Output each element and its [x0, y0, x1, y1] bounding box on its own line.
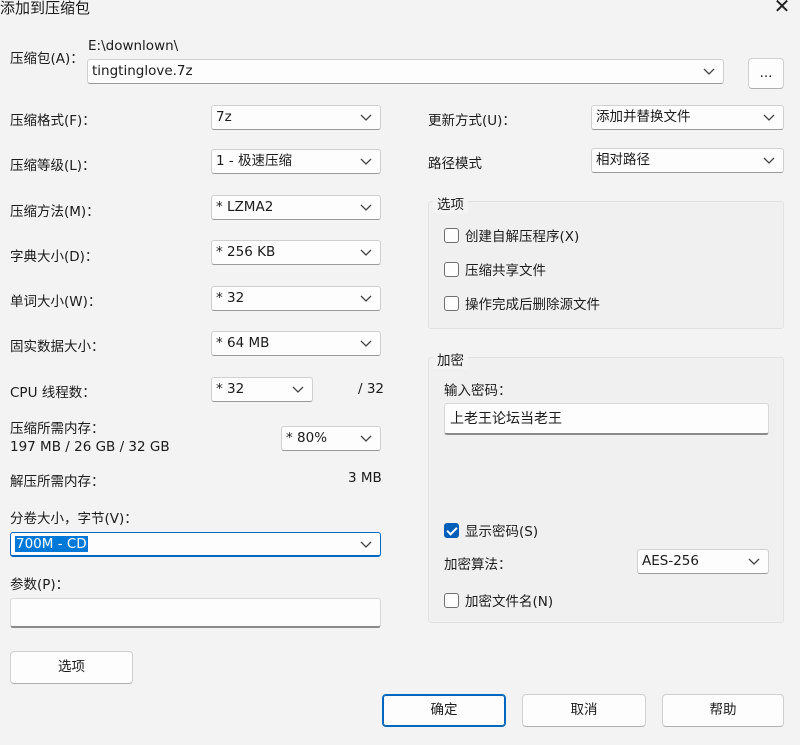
encrypt-group-title: 加密 [433, 349, 468, 369]
show-password-label: 显示密码(S) [465, 524, 539, 540]
chevron-down-icon [359, 291, 373, 305]
help-button[interactable]: 帮助 [662, 694, 784, 727]
chevron-down-icon [291, 382, 305, 396]
path-mode-value: 相对路径 [596, 152, 650, 168]
update-label: 更新方式(U)： [428, 113, 516, 129]
cpu-combo[interactable]: * 32 [211, 377, 313, 402]
browse-button[interactable]: ... [748, 58, 784, 89]
archive-label: 压缩包(A)： [10, 51, 84, 67]
mem-compress-label: 压缩所需内存： [10, 421, 105, 437]
chevron-down-icon [359, 336, 373, 350]
encrypt-names-label: 加密文件名(N) [465, 594, 554, 610]
chevron-down-icon [359, 245, 373, 259]
word-value: * 32 [216, 290, 245, 306]
cancel-button[interactable]: 取消 [522, 694, 646, 727]
solid-value: * 64 MB [216, 335, 270, 351]
solid-combo[interactable]: * 64 MB [211, 331, 381, 356]
chevron-down-icon [747, 554, 761, 568]
password-label: 输入密码： [444, 383, 512, 399]
word-combo[interactable]: * 32 [211, 286, 381, 311]
format-label: 压缩格式(F)： [10, 113, 96, 129]
path-mode-combo[interactable]: 相对路径 [591, 148, 784, 173]
mem-percent-combo[interactable]: * 80% [281, 426, 381, 451]
dict-combo[interactable]: * 256 KB [211, 240, 381, 265]
chevron-down-icon [359, 537, 373, 551]
chevron-down-icon [359, 431, 373, 445]
checkbox-box-checked[interactable] [444, 522, 459, 538]
archive-name-value: tingtinglove.7z [92, 63, 193, 79]
shared-checkbox[interactable]: 压缩共享文件 [444, 259, 546, 279]
mem-decompress-value: 3 MB [348, 470, 382, 486]
params-input[interactable] [10, 598, 381, 628]
window-title: 添加到压缩包 [0, 0, 91, 17]
encrypt-method-label: 加密算法： [444, 557, 512, 573]
delete-checkbox[interactable]: 操作完成后删除源文件 [444, 293, 600, 313]
checkbox-box[interactable] [444, 261, 459, 277]
archive-path: E:\downlown\ [88, 38, 179, 54]
split-combo[interactable]: 700M - CD [10, 532, 381, 557]
show-password-checkbox[interactable]: 显示密码(S) [444, 520, 538, 540]
cpu-total: / 32 [358, 381, 385, 397]
update-value: 添加并替换文件 [596, 109, 691, 125]
archive-name-combo[interactable]: tingtinglove.7z [87, 59, 724, 84]
update-combo[interactable]: 添加并替换文件 [591, 105, 784, 130]
shared-label: 压缩共享文件 [465, 263, 546, 279]
mem-compress-value: 197 MB / 26 GB / 32 GB [10, 439, 170, 455]
encrypt-method-combo[interactable]: AES-256 [637, 549, 769, 574]
method-combo[interactable]: * LZMA2 [211, 195, 381, 220]
password-input[interactable]: 上老王论坛当老王 [444, 403, 769, 435]
level-combo[interactable]: 1 - 极速压缩 [211, 149, 381, 174]
cpu-value: * 32 [216, 381, 245, 397]
encrypt-names-checkbox[interactable]: 加密文件名(N) [444, 590, 553, 610]
format-value: 7z [216, 109, 232, 125]
split-label: 分卷大小，字节(V)： [10, 511, 138, 527]
solid-label: 固实数据大小： [10, 339, 105, 355]
options-button[interactable]: 选项 [10, 651, 133, 684]
checkbox-box[interactable] [444, 227, 459, 243]
mem-percent-value: * 80% [286, 430, 328, 446]
split-value: 700M - CD [15, 536, 88, 552]
chevron-down-icon [359, 154, 373, 168]
chevron-down-icon [359, 110, 373, 124]
path-mode-label: 路径模式 [428, 156, 482, 172]
level-label: 压缩等级(L)： [10, 158, 96, 174]
ok-button[interactable]: 确定 [382, 694, 506, 727]
params-label: 参数(P)： [10, 577, 70, 593]
dict-value: * 256 KB [216, 244, 276, 260]
options-group-title: 选项 [433, 193, 468, 213]
mem-decompress-label: 解压所需内存： [10, 474, 105, 490]
method-value: * LZMA2 [216, 199, 274, 215]
encrypt-method-value: AES-256 [642, 553, 699, 569]
sfx-label: 创建自解压程序(X) [465, 229, 580, 245]
level-value: 1 - 极速压缩 [216, 153, 293, 169]
checkbox-box[interactable] [444, 295, 459, 311]
word-label: 单词大小(W)： [10, 294, 102, 310]
checkbox-box[interactable] [444, 592, 459, 608]
method-label: 压缩方法(M)： [10, 204, 100, 220]
close-icon[interactable]: ✕ [768, 0, 796, 20]
dict-label: 字典大小(D)： [10, 249, 99, 265]
chevron-down-icon [762, 110, 776, 124]
sfx-checkbox[interactable]: 创建自解压程序(X) [444, 225, 579, 245]
chevron-down-icon [762, 153, 776, 167]
chevron-down-icon [702, 64, 716, 78]
cpu-label: CPU 线程数： [10, 385, 96, 401]
format-combo[interactable]: 7z [211, 105, 381, 130]
chevron-down-icon [359, 200, 373, 214]
delete-label: 操作完成后删除源文件 [465, 297, 600, 313]
